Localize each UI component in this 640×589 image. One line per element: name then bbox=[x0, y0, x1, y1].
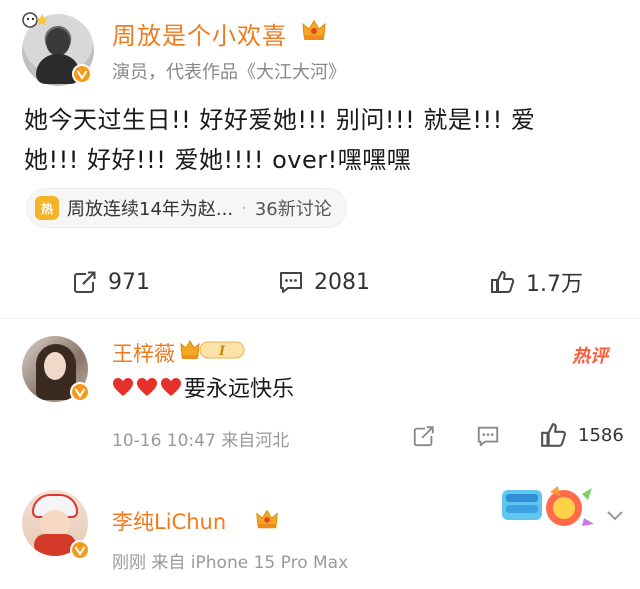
comment-meta: 刚刚 来自 iPhone 15 Pro Max bbox=[112, 553, 349, 573]
comment-author-name[interactable]: 王梓薇 bbox=[112, 338, 175, 368]
comment-like-count: 1586 bbox=[578, 424, 624, 446]
share-icon bbox=[74, 271, 97, 293]
share-button[interactable]: 971 bbox=[72, 262, 150, 302]
verified-icon bbox=[70, 382, 90, 402]
comment-button[interactable]: 2081 bbox=[278, 262, 370, 302]
like-button[interactable]: 1.7万 bbox=[490, 262, 583, 302]
topic-separator: · bbox=[241, 197, 247, 219]
topic-chip[interactable]: 热 周放连续14年为赵... · 36新讨论 bbox=[26, 188, 347, 228]
member-level-text: I bbox=[218, 344, 226, 359]
crown-icon bbox=[302, 20, 326, 40]
post-author-subtitle: 演员，代表作品《大江大河》 bbox=[112, 62, 346, 83]
member-level-badge-icon: I bbox=[180, 339, 245, 359]
topic-label: 周放连续14年为赵... bbox=[67, 199, 234, 220]
comment-count: 2081 bbox=[314, 269, 370, 295]
share-icon[interactable] bbox=[412, 424, 436, 448]
topic-discussions: 36新讨论 bbox=[254, 199, 332, 220]
like-icon bbox=[541, 423, 566, 447]
comment-like-button[interactable]: 1586 bbox=[540, 421, 624, 449]
topic-hot-icon: 热 bbox=[35, 196, 59, 220]
post-body-line: 她!!! 好好!!! 爱她!!!! over!嘿嘿嘿 bbox=[24, 146, 412, 174]
avatar-face bbox=[44, 352, 66, 380]
like-count: 1.7万 bbox=[526, 272, 583, 297]
post-author-name[interactable]: 周放是个小欢喜 bbox=[112, 16, 287, 51]
comment-text: 要永远快乐 bbox=[184, 377, 295, 402]
heart-icon bbox=[161, 378, 181, 396]
crown-icon bbox=[256, 509, 278, 529]
comment-author-name[interactable]: 李纯LiChun bbox=[112, 506, 226, 536]
event-sticker-icon bbox=[502, 486, 594, 526]
post-author-avatar[interactable] bbox=[22, 12, 94, 86]
avatar-frame-decoration-icon bbox=[22, 12, 48, 28]
comment-icon[interactable] bbox=[476, 424, 500, 448]
comment-icon bbox=[280, 272, 302, 293]
heart-icon bbox=[137, 378, 157, 396]
post-action-bar: 971 2081 1.7万 bbox=[0, 262, 640, 302]
share-count: 971 bbox=[108, 269, 150, 295]
comment-body: 要永远快乐 bbox=[112, 372, 294, 402]
like-icon bbox=[491, 271, 515, 293]
verified-icon bbox=[72, 64, 92, 84]
section-divider bbox=[0, 318, 640, 319]
hot-comment-tag: 热评 bbox=[572, 346, 608, 367]
chevron-down-icon[interactable] bbox=[604, 504, 626, 526]
heart-icon bbox=[113, 378, 133, 396]
post-body-line: 她今天过生日!! 好好爱她!!! 别问!!! 就是!!! 爱 bbox=[24, 106, 536, 134]
comment-meta: 10-16 10:47 来自河北 bbox=[112, 431, 290, 451]
post-body: 她今天过生日!! 好好爱她!!! 别问!!! 就是!!! 爱 她!!! 好好!!… bbox=[24, 100, 624, 180]
verified-icon bbox=[70, 540, 90, 560]
